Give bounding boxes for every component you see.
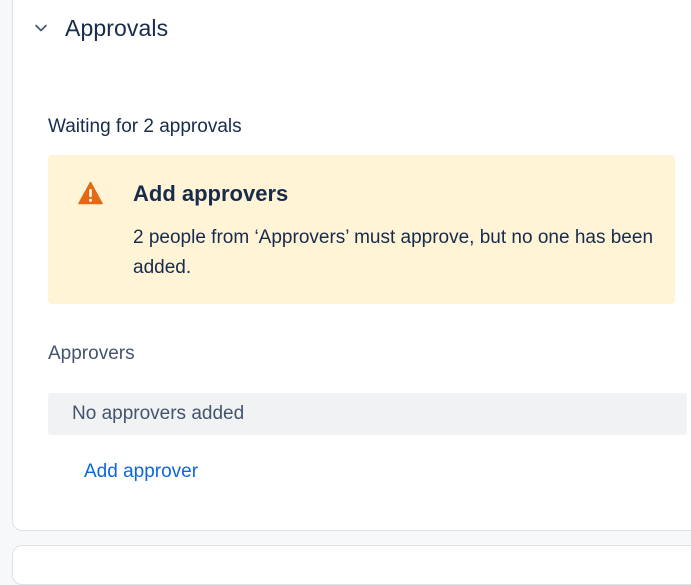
warning-icon — [78, 181, 103, 205]
warning-banner: Add approvers 2 people from ‘Approvers’ … — [48, 155, 675, 304]
approvals-section-toggle[interactable]: Approvals — [33, 13, 168, 43]
warning-message: 2 people from ‘Approvers’ must approve, … — [133, 227, 654, 278]
approvers-label: Approvers — [48, 343, 135, 364]
section-title: Approvals — [65, 14, 169, 41]
approvers-empty-state: No approvers added — [48, 393, 687, 435]
next-panel — [12, 545, 691, 585]
approval-status-text: Waiting for 2 approvals — [48, 116, 242, 137]
approvers-empty-text: No approvers added — [72, 403, 245, 424]
add-approver-link[interactable]: Add approver — [84, 461, 198, 483]
warning-title: Add approvers — [133, 181, 289, 206]
chevron-down-icon[interactable] — [33, 20, 49, 36]
approvals-panel: Approvals Waiting for 2 approvals Add ap… — [12, 0, 691, 531]
